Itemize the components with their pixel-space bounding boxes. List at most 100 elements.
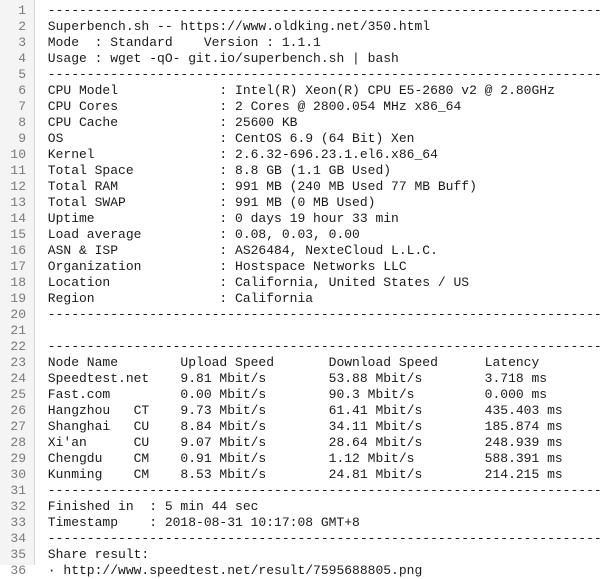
line-text: Speedtest.net 9.81 Mbit/s 53.88 Mbit/s 3… [40,371,548,386]
line-number: 13 [10,195,26,210]
line-number: 32 [10,499,26,514]
code-line: 14 Uptime : 0 days 19 hour 33 min [0,211,616,227]
line-number: 16 [10,243,26,258]
code-line: 3 Mode : Standard Version : 1.1.1 [0,35,616,51]
line-text: CPU Cache : 25600 KB [40,115,298,130]
line-text: Total Space : 8.8 GB (1.1 GB Used) [40,163,392,178]
code-line: 27 Shanghai CU 8.84 Mbit/s 34.11 Mbit/s … [0,419,616,435]
code-line: 15 Load average : 0.08, 0.03, 0.00 [0,227,616,243]
line-number: 25 [10,387,26,402]
code-line: 2 Superbench.sh -- https://www.oldking.n… [0,19,616,35]
code-line: 22 -------------------------------------… [0,339,616,355]
line-number: 33 [10,515,26,530]
line-text: Share result: [40,547,150,562]
line-text: ASN & ISP : AS26484, NexteCloud L.L.C. [40,243,438,258]
line-text: Organization : Hostspace Networks LLC [40,259,407,274]
code-line: 5 --------------------------------------… [0,67,616,83]
line-text: Finished in : 5 min 44 sec [40,499,259,514]
code-line: 23 Node Name Upload Speed Download Speed… [0,355,616,371]
code-line: 18 Location : California, United States … [0,275,616,291]
code-line: 25 Fast.com 0.00 Mbit/s 90.3 Mbit/s 0.00… [0,387,616,403]
line-number: 8 [18,115,26,130]
line-text: Load average : 0.08, 0.03, 0.00 [40,227,360,242]
line-text: Xi'an CU 9.07 Mbit/s 28.64 Mbit/s 248.93… [40,435,563,450]
line-text: Kunming CM 8.53 Mbit/s 24.81 Mbit/s 214.… [40,467,563,482]
code-line: 11 Total Space : 8.8 GB (1.1 GB Used) [0,163,616,179]
code-line: 34 -------------------------------------… [0,531,616,547]
line-text: Total RAM : 991 MB (240 MB Used 77 MB Bu… [40,179,477,194]
line-text: CPU Model : Intel(R) Xeon(R) CPU E5-2680… [40,83,555,98]
line-number: 1 [18,3,26,18]
line-number: 19 [10,291,26,306]
code-line: 21 [0,323,616,339]
code-line: 10 Kernel : 2.6.32-696.23.1.el6.x86_64 [0,147,616,163]
line-text: Location : California, United States / U… [40,275,470,290]
line-number: 5 [18,67,26,82]
code-line: 36 · http://www.speedtest.net/result/759… [0,563,616,579]
line-number: 29 [10,451,26,466]
code-line: 33 Timestamp : 2018-08-31 10:17:08 GMT+8 [0,515,616,531]
code-lines: 1 --------------------------------------… [0,0,616,579]
line-text: Total SWAP : 991 MB (0 MB Used) [40,195,376,210]
code-line: 20 -------------------------------------… [0,307,616,323]
code-line: 9 OS : CentOS 6.9 (64 Bit) Xen [0,131,616,147]
line-text: Mode : Standard Version : 1.1.1 [40,35,321,50]
line-text: Region : California [40,291,314,306]
line-number: 22 [10,339,26,354]
line-text: ----------------------------------------… [40,339,602,354]
line-text: Superbench.sh -- https://www.oldking.net… [40,19,431,34]
line-text: Node Name Upload Speed Download Speed La… [40,355,540,370]
line-text: Chengdu CM 0.91 Mbit/s 1.12 Mbit/s 588.3… [40,451,563,466]
line-number: 17 [10,259,26,274]
code-line: 4 Usage : wget -qO- git.io/superbench.sh… [0,51,616,67]
line-number: 31 [10,483,26,498]
code-line: 6 CPU Model : Intel(R) Xeon(R) CPU E5-26… [0,83,616,99]
code-line: 7 CPU Cores : 2 Cores @ 2800.054 MHz x86… [0,99,616,115]
code-line: 29 Chengdu CM 0.91 Mbit/s 1.12 Mbit/s 58… [0,451,616,467]
code-line: 8 CPU Cache : 25600 KB [0,115,616,131]
line-number: 15 [10,227,26,242]
line-text: Timestamp : 2018-08-31 10:17:08 GMT+8 [40,515,360,530]
code-line: 1 --------------------------------------… [0,3,616,19]
line-text: OS : CentOS 6.9 (64 Bit) Xen [40,131,415,146]
line-number: 20 [10,307,26,322]
code-line: 31 -------------------------------------… [0,483,616,499]
line-number: 18 [10,275,26,290]
line-number: 24 [10,371,26,386]
code-line: 35 Share result: [0,547,616,563]
line-number: 2 [18,19,26,34]
code-line: 12 Total RAM : 991 MB (240 MB Used 77 MB… [0,179,616,195]
line-number: 6 [18,83,26,98]
line-text: Fast.com 0.00 Mbit/s 90.3 Mbit/s 0.000 m… [40,387,548,402]
line-text: ----------------------------------------… [40,531,602,546]
line-number: 27 [10,419,26,434]
line-number: 36 [10,563,26,578]
line-number: 12 [10,179,26,194]
line-number: 23 [10,355,26,370]
code-line: 24 Speedtest.net 9.81 Mbit/s 53.88 Mbit/… [0,371,616,387]
line-text: Hangzhou CT 9.73 Mbit/s 61.41 Mbit/s 435… [40,403,563,418]
line-number: 7 [18,99,26,114]
line-number: 30 [10,467,26,482]
line-text: ----------------------------------------… [40,483,602,498]
line-number: 4 [18,51,26,66]
line-number: 3 [18,35,26,50]
line-text: ----------------------------------------… [40,67,602,82]
line-text: Kernel : 2.6.32-696.23.1.el6.x86_64 [40,147,438,162]
code-viewer: 1 --------------------------------------… [0,0,616,578]
code-line: 32 Finished in : 5 min 44 sec [0,499,616,515]
line-text: Usage : wget -qO- git.io/superbench.sh |… [40,51,399,66]
line-number: 10 [10,147,26,162]
line-number: 34 [10,531,26,546]
code-line: 17 Organization : Hostspace Networks LLC [0,259,616,275]
code-line: 28 Xi'an CU 9.07 Mbit/s 28.64 Mbit/s 248… [0,435,616,451]
code-line: 30 Kunming CM 8.53 Mbit/s 24.81 Mbit/s 2… [0,467,616,483]
line-number: 21 [10,323,26,338]
code-line: 26 Hangzhou CT 9.73 Mbit/s 61.41 Mbit/s … [0,403,616,419]
line-number: 11 [10,163,26,178]
code-line: 13 Total SWAP : 991 MB (0 MB Used) [0,195,616,211]
line-text: Uptime : 0 days 19 hour 33 min [40,211,399,226]
line-number: 26 [10,403,26,418]
code-line: 19 Region : California [0,291,616,307]
line-number: 28 [10,435,26,450]
